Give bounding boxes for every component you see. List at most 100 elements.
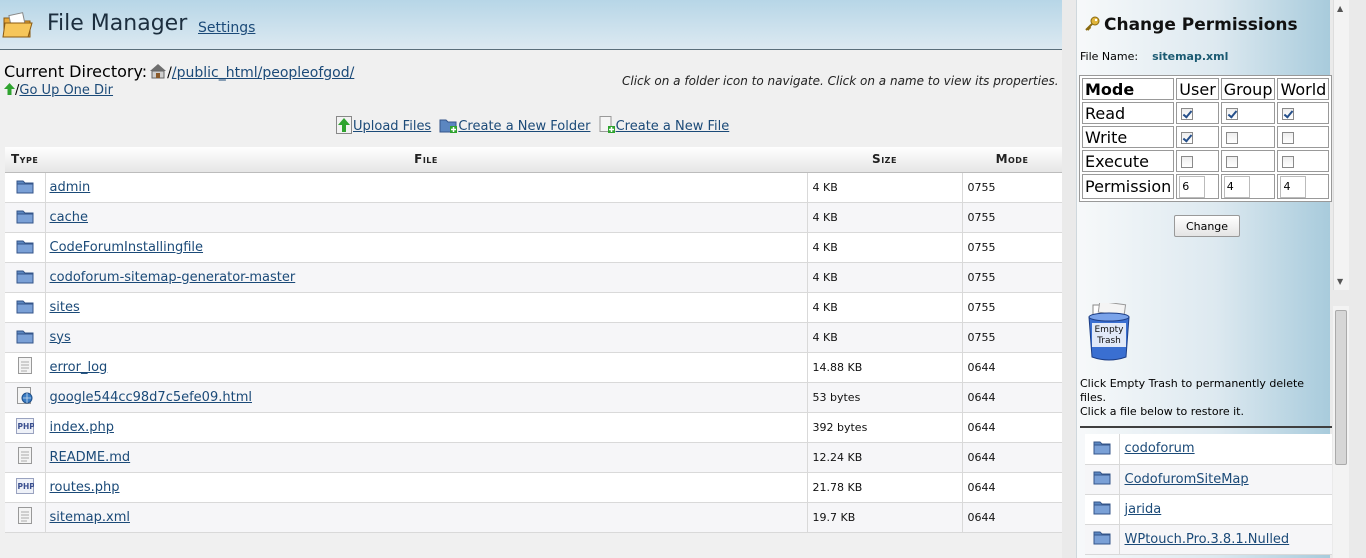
file-name-link[interactable]: google544cc98d7c5efe09.html (50, 390, 252, 405)
folder-icon[interactable] (16, 270, 34, 287)
table-row[interactable]: google544cc98d7c5efe09.html 53 bytes 0644 (5, 382, 1062, 413)
read-user-checkbox[interactable] (1181, 108, 1194, 120)
write-user-checkbox[interactable] (1181, 132, 1194, 144)
size-cell: 12.24 KB (807, 442, 963, 473)
world-permission-input[interactable] (1280, 175, 1307, 198)
table-row[interactable]: sites 4 KB 0755 (5, 292, 1062, 323)
trash-item-link[interactable]: codoforum (1125, 441, 1195, 456)
file-name-link[interactable]: sites (50, 300, 80, 315)
folder-icon[interactable] (16, 180, 34, 197)
table-row[interactable]: sys 4 KB 0755 (5, 322, 1062, 353)
upload-files-action[interactable]: Upload Files (336, 116, 431, 138)
file-cell: sites (45, 292, 808, 323)
world-cell (1277, 102, 1330, 124)
trash-item[interactable]: CodofuromSiteMap (1085, 464, 1332, 495)
column-size[interactable]: Size (807, 147, 962, 173)
panel-scrollbar[interactable]: ▲ ▼ (1333, 0, 1349, 290)
file-name-link[interactable]: sys (50, 330, 71, 345)
trash-item-name-cell: jarida (1119, 494, 1332, 525)
permissions-table: Mode User Group World Read Write Execute P… (1079, 75, 1333, 202)
text-file-icon[interactable] (17, 357, 32, 377)
size-cell: 4 KB (807, 172, 963, 203)
table-row[interactable]: PHP routes.php 21.78 KB 0644 (5, 472, 1062, 503)
change-button[interactable]: Change (1174, 215, 1240, 237)
text-file-icon[interactable] (17, 507, 32, 527)
home-icon[interactable] (149, 63, 167, 83)
file-name-link[interactable]: README.md (50, 450, 131, 465)
read-group-checkbox[interactable] (1225, 108, 1238, 120)
folder-icon[interactable] (16, 330, 34, 347)
upload-files-link[interactable]: Upload Files (353, 119, 431, 134)
folder-icon[interactable] (16, 240, 34, 257)
create-file-action[interactable]: Create a New File (599, 116, 730, 138)
perm-header-mode: Mode (1082, 78, 1175, 100)
table-row[interactable]: cache 4 KB 0755 (5, 202, 1062, 233)
write-group-checkbox[interactable] (1225, 132, 1238, 144)
text-file-icon[interactable] (17, 447, 32, 467)
permission-row-label: Write (1082, 126, 1175, 148)
scrollbar-thumb[interactable] (1335, 310, 1347, 465)
user-cell (1176, 150, 1219, 172)
trash-item-icon-cell (1085, 434, 1120, 465)
file-name-link[interactable]: sitemap.xml (50, 510, 130, 525)
file-name-link[interactable]: routes.php (50, 480, 120, 495)
type-cell (5, 382, 46, 413)
php-file-icon[interactable]: PHP (15, 477, 35, 497)
table-row[interactable]: codoforum-sitemap-generator-master 4 KB 07… (5, 262, 1062, 293)
file-name-value: sitemap.xml (1152, 50, 1229, 63)
create-folder-link[interactable]: Create a New Folder (458, 119, 590, 134)
size-cell: 53 bytes (807, 382, 963, 413)
empty-trash-label: Empty Trash (1087, 325, 1131, 347)
php-file-icon[interactable]: PHP (15, 417, 35, 437)
empty-trash-button[interactable]: Empty Trash (1087, 300, 1131, 367)
go-up-dir[interactable]: /Go Up One Dir (4, 83, 113, 99)
file-name-link[interactable]: admin (50, 180, 91, 195)
settings-link[interactable]: Settings (198, 20, 255, 36)
table-row[interactable]: README.md 12.24 KB 0644 (5, 442, 1062, 473)
create-file-link[interactable]: Create a New File (616, 119, 730, 134)
execute-group-checkbox[interactable] (1225, 156, 1238, 168)
world-cell (1277, 150, 1330, 172)
group-permission-input[interactable] (1223, 175, 1250, 198)
read-world-checkbox[interactable] (1282, 108, 1295, 120)
new-folder-icon (439, 116, 458, 138)
column-mode[interactable]: Mode (962, 147, 1062, 173)
create-folder-action[interactable]: Create a New Folder (439, 116, 590, 138)
file-name-link[interactable]: index.php (50, 420, 114, 435)
trash-info-line2: Click a file below to restore it. (1080, 405, 1244, 418)
column-type[interactable]: Type (5, 147, 45, 173)
mode-cell: 0644 (962, 442, 1062, 473)
trash-info: Click Empty Trash to permanently delete … (1080, 377, 1330, 419)
file-name-link[interactable]: error_log (50, 360, 108, 375)
scroll-down-icon[interactable]: ▼ (1337, 277, 1343, 286)
trash-item[interactable]: codoforum (1085, 434, 1332, 465)
current-path-link[interactable]: /public_html/peopleofgod/ (172, 65, 354, 81)
table-row[interactable]: sitemap.xml 19.7 KB 0644 (5, 502, 1062, 533)
trash-item-link[interactable]: CodofuromSiteMap (1125, 472, 1249, 487)
go-up-link[interactable]: Go Up One Dir (19, 83, 113, 98)
write-world-checkbox[interactable] (1282, 132, 1295, 144)
trash-item[interactable]: jarida (1085, 494, 1332, 525)
up-arrow-icon (4, 83, 15, 99)
file-name-link[interactable]: cache (50, 210, 89, 225)
table-row[interactable]: admin 4 KB 0755 (5, 172, 1062, 203)
file-name-link[interactable]: codoforum-sitemap-generator-master (50, 270, 296, 285)
folder-icon[interactable] (16, 210, 34, 227)
user-permission-input[interactable] (1179, 175, 1206, 198)
table-row[interactable]: CodeForumInstallingfile 4 KB 0755 (5, 232, 1062, 263)
folder-icon[interactable] (16, 300, 34, 317)
table-row[interactable]: PHP index.php 392 bytes 0644 (5, 412, 1062, 443)
scroll-up-icon[interactable]: ▲ (1337, 4, 1343, 13)
file-name-link[interactable]: CodeForumInstallingfile (50, 240, 204, 255)
execute-user-checkbox[interactable] (1181, 156, 1194, 168)
trash-item-link[interactable]: jarida (1125, 502, 1162, 517)
mode-cell: 0755 (962, 262, 1062, 293)
execute-world-checkbox[interactable] (1282, 156, 1295, 168)
trash-item[interactable]: WPtouch.Pro.3.8.1.Nulled (1085, 524, 1332, 555)
html-file-icon[interactable] (16, 387, 33, 407)
size-cell: 19.7 KB (807, 502, 963, 533)
trash-item-link[interactable]: WPtouch.Pro.3.8.1.Nulled (1125, 532, 1290, 547)
column-file[interactable]: File (45, 147, 807, 173)
table-row[interactable]: error_log 14.88 KB 0644 (5, 352, 1062, 383)
page-scrollbar[interactable] (1333, 306, 1349, 558)
